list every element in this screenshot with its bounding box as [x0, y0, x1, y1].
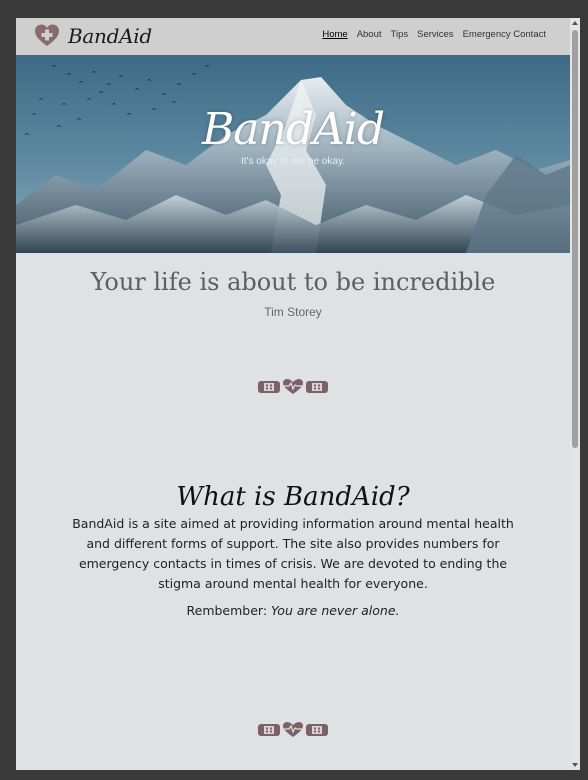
remember-label: Rembember:: [186, 603, 268, 618]
scroll-down-arrow-icon[interactable]: [572, 763, 578, 767]
heart-plus-logo-icon: [35, 24, 59, 46]
nav-menu: Home About Tips Services Emergency Conta…: [322, 29, 546, 40]
nav-emergency-contact-link[interactable]: Emergency Contact: [463, 29, 546, 40]
browser-viewport: BandAid Home About Tips Services Emergen…: [16, 18, 570, 770]
brand[interactable]: BandAid: [34, 23, 152, 49]
quote-text: Your life is about to be incredible: [90, 268, 496, 296]
scroll-up-arrow-icon[interactable]: [572, 21, 578, 25]
bandage-heartbeat-icon: [258, 722, 328, 737]
about-title: What is BandAid?: [176, 482, 410, 512]
bandage-heartbeat-icon: [258, 379, 328, 394]
scrollbar-thumb[interactable]: [572, 30, 578, 448]
nav-about-link[interactable]: About: [357, 29, 382, 40]
about-body: BandAid is a site aimed at providing inf…: [72, 516, 514, 591]
hero-subtitle: It's okay to not be okay.: [240, 156, 345, 167]
vertical-scrollbar[interactable]: [570, 18, 580, 770]
hero-banner: BandAid It's okay to not be okay.: [16, 55, 570, 253]
quote-author: Tim Storey: [264, 305, 322, 319]
remember-line: Rembember: You are never alone.: [16, 603, 570, 618]
hero-title: BandAid: [201, 104, 385, 155]
nav-tips-link[interactable]: Tips: [391, 29, 409, 40]
navbar: BandAid Home About Tips Services Emergen…: [16, 18, 570, 55]
nav-services-link[interactable]: Services: [417, 29, 453, 40]
nav-home-link[interactable]: Home: [322, 29, 347, 40]
brand-name: BandAid: [68, 24, 152, 48]
remember-text: You are never alone.: [271, 603, 400, 618]
